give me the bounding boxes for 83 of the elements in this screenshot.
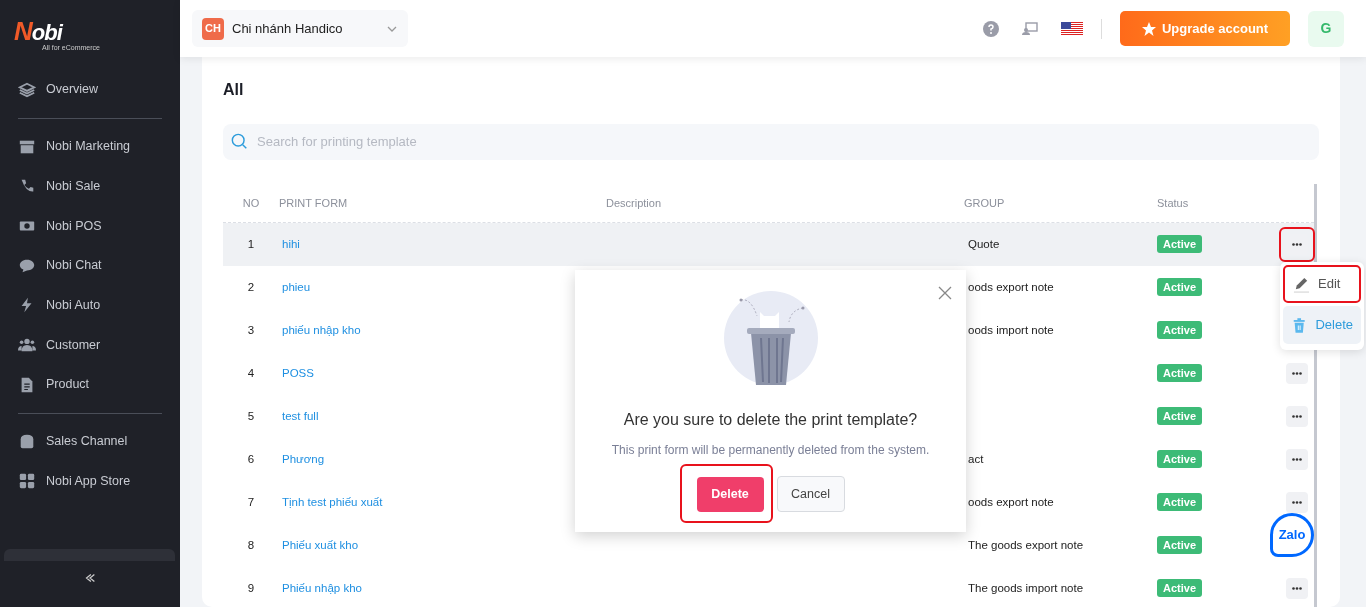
column-header: PRINT FORM — [279, 195, 349, 211]
row-number: 4 — [247, 366, 255, 379]
menu-item[interactable]: Edit — [1283, 265, 1361, 303]
table-row-highlight[interactable]: 1 hihi Quote Active — [223, 223, 1314, 266]
cancel-button[interactable]: Cancel — [776, 476, 845, 512]
logo: Nobi — [14, 18, 63, 44]
more-button[interactable] — [1285, 492, 1308, 513]
group-cell: oods export note — [968, 280, 1054, 293]
template-link[interactable]: Phiếu nhập kho — [282, 581, 362, 594]
column-header: Description — [606, 195, 663, 211]
group-cell: act — [968, 452, 984, 465]
status-badge: Active — [1157, 578, 1203, 597]
layers-icon — [18, 80, 36, 99]
screen-share-icon — [1022, 21, 1038, 36]
row-number: 9 — [247, 581, 255, 594]
sidebar-item[interactable]: Nobi Sale — [0, 166, 180, 207]
status-badge: Active — [1157, 234, 1203, 253]
branch-name: Chi nhánh Handico — [232, 19, 344, 38]
status-badge: Active — [1157, 406, 1203, 425]
sidebar-item[interactable]: Nobi Marketing — [0, 126, 180, 167]
status-badge: Active — [1157, 449, 1203, 468]
sidebar-item[interactable]: Nobi Auto — [0, 285, 180, 326]
collapse-icon — [83, 571, 97, 585]
column-header: Status — [1157, 195, 1190, 211]
group-cell: The goods import note — [968, 581, 1084, 594]
more-button[interactable] — [1285, 363, 1308, 384]
group-cell: oods export note — [968, 495, 1054, 508]
row-number: 8 — [247, 538, 255, 551]
row-number: 3 — [247, 323, 255, 336]
sidebar-item[interactable]: Overview — [0, 70, 180, 110]
template-link[interactable]: test full — [282, 409, 319, 422]
dots-icon — [1291, 587, 1302, 590]
status-badge: Active — [1157, 492, 1203, 511]
dialog-title: Are you sure to delete the print template? — [623, 410, 918, 430]
branch-selector[interactable]: CH Chi nhánh Handico — [192, 10, 408, 47]
template-link[interactable]: POSS — [282, 366, 314, 379]
row-number: 2 — [247, 280, 255, 293]
us-flag-icon — [1061, 21, 1083, 36]
more-button[interactable] — [1285, 449, 1308, 470]
close-button[interactable] — [937, 285, 953, 301]
section-title: All — [223, 80, 245, 100]
sidebar-item[interactable]: Nobi Chat — [0, 245, 180, 286]
dots-icon — [1291, 458, 1302, 461]
status-badge: Active — [1157, 535, 1203, 554]
row-number: 5 — [247, 409, 255, 422]
template-link[interactable]: Phương — [282, 452, 325, 465]
group-cell: oods import note — [968, 323, 1054, 336]
column-header: NO — [241, 195, 261, 211]
sidebar-item[interactable]: Product — [0, 364, 180, 405]
more-button[interactable] — [1285, 578, 1308, 599]
sidebar-item[interactable]: Sales Channel — [0, 421, 180, 462]
dots-icon — [1291, 501, 1302, 504]
sidebar-item[interactable]: Nobi App Store — [0, 461, 180, 501]
status-badge: Active — [1157, 363, 1203, 382]
template-link[interactable]: phiếu nhập kho — [282, 323, 361, 336]
star-icon — [1141, 21, 1156, 36]
template-link[interactable]: Phiếu xuất kho — [282, 538, 359, 551]
template-link[interactable]: phieu — [282, 280, 311, 293]
dots-icon — [1291, 372, 1302, 375]
sidebar-item[interactable]: Customer — [0, 325, 180, 365]
row-number: 7 — [247, 495, 255, 508]
store-icon — [18, 432, 36, 451]
row-number: 6 — [247, 452, 255, 465]
branch-avatar: CH — [202, 17, 224, 40]
trash-icon — [1291, 316, 1308, 334]
close-icon — [938, 286, 952, 300]
template-link[interactable]: Tịnh test phiếu xuất — [282, 495, 383, 508]
group-cell: The goods export note — [968, 538, 1084, 551]
dots-icon — [1291, 415, 1302, 418]
pencil-icon — [1293, 275, 1310, 293]
row-number: 1 — [247, 237, 255, 250]
help-icon — [983, 20, 999, 37]
status-badge: Active — [1157, 277, 1203, 296]
sidebar-item[interactable]: Nobi POS — [0, 206, 180, 246]
column-header: GROUP — [963, 195, 1006, 211]
search-field[interactable]: Search for printing template — [223, 124, 1319, 160]
group-cell: Quote — [968, 237, 1000, 250]
grid-icon — [18, 472, 36, 491]
more-button[interactable] — [1285, 406, 1308, 427]
dialog-message: This print form will be permanently deleted from the system. — [611, 442, 930, 459]
delete-button[interactable]: Delete — [696, 477, 764, 512]
status-badge: Active — [1157, 320, 1203, 339]
dots-icon — [1291, 243, 1302, 246]
